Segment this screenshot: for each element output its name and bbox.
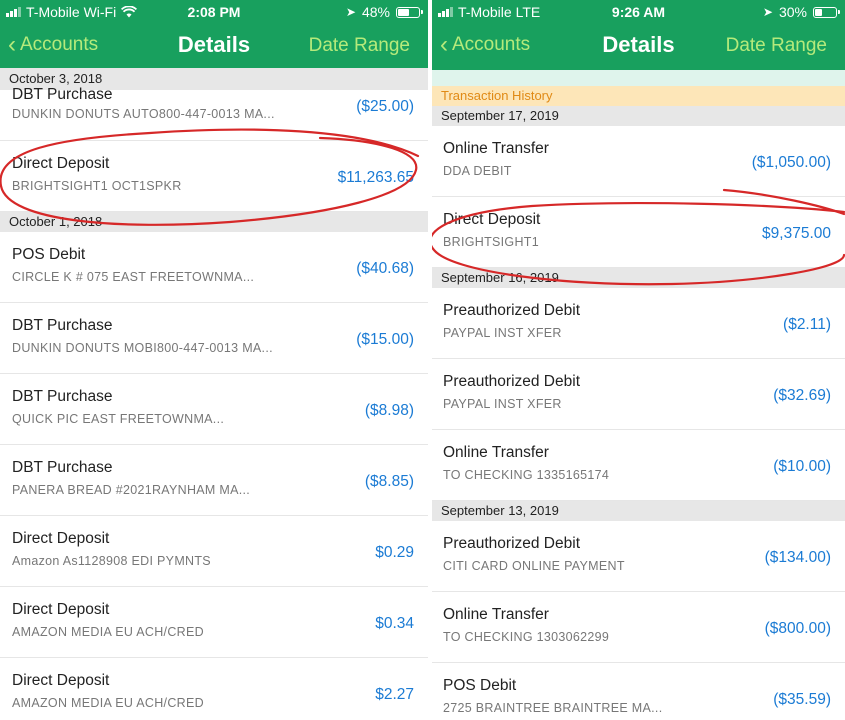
transaction-row[interactable]: Direct Deposit AMAZON MEDIA EU ACH/CRED … (0, 587, 428, 658)
transaction-description: TO CHECKING 1335165174 (443, 468, 610, 482)
transaction-amount: ($10.00) (773, 458, 831, 475)
transaction-description: PAYPAL INST XFER (443, 397, 562, 411)
transaction-history-banner: Transaction History (432, 86, 845, 106)
transaction-name: Direct Deposit (12, 601, 110, 618)
transaction-description: BRIGHTSIGHT1 OCT1SPKR (12, 179, 182, 193)
transaction-row[interactable]: Direct Deposit BRIGHTSIGHT1 $9,375.00 (432, 197, 845, 268)
transaction-amount: ($134.00) (764, 549, 831, 566)
right-screenshot: T-Mobile LTE 9:26 AM ➤ 30% ‹ Accounts De… (432, 0, 845, 720)
transaction-amount: ($32.69) (773, 387, 831, 404)
transaction-description: 2725 BRAINTREE BRAINTREE MA... (443, 701, 663, 715)
transaction-row[interactable]: DBT Purchase DUNKIN DONUTS MOBI800-447-0… (0, 303, 428, 374)
transaction-name: Preauthorized Debit (443, 302, 580, 319)
transaction-amount: ($800.00) (764, 620, 831, 637)
transaction-amount: $2.27 (375, 686, 414, 703)
app-header: T-Mobile LTE 9:26 AM ➤ 30% ‹ Accounts De… (432, 0, 845, 70)
section-header: October 1, 2018 (0, 212, 428, 232)
transaction-amount: ($35.59) (773, 691, 831, 708)
transaction-amount: $0.29 (375, 544, 414, 561)
transaction-row[interactable]: Online Transfer TO CHECKING 1303062299 (… (432, 592, 845, 663)
transaction-description: DUNKIN DONUTS AUTO800-447-0013 MA... (12, 107, 275, 121)
transaction-name: DBT Purchase (12, 86, 113, 103)
transaction-row[interactable]: Preauthorized Debit CITI CARD ONLINE PAY… (432, 521, 845, 592)
transaction-description: PANERA BREAD #2021RAYNHAM MA... (12, 483, 251, 497)
header-spacer (432, 70, 845, 86)
date-range-button[interactable]: Date Range (726, 35, 827, 57)
location-arrow-icon: ➤ (345, 5, 356, 19)
transaction-name: Online Transfer (443, 444, 549, 461)
transaction-amount: $11,263.65 (337, 169, 414, 186)
transaction-description: AMAZON MEDIA EU ACH/CRED (12, 696, 204, 710)
transaction-row[interactable]: POS Debit 2725 BRAINTREE BRAINTREE MA...… (432, 663, 845, 720)
transaction-description: DDA DEBIT (443, 164, 512, 178)
battery-percent: 30% (778, 4, 807, 20)
transaction-description: Amazon As1128908 EDI PYMNTS (12, 554, 211, 568)
battery-icon (813, 6, 840, 18)
transaction-row[interactable]: DBT Purchase QUICK PIC EAST FREETOWNMA..… (0, 374, 428, 445)
transaction-row[interactable]: Preauthorized Debit PAYPAL INST XFER ($3… (432, 359, 845, 430)
transaction-description: QUICK PIC EAST FREETOWNMA... (12, 412, 225, 426)
transaction-name: DBT Purchase (12, 317, 113, 334)
transaction-amount: ($8.85) (364, 473, 414, 490)
transaction-name: Preauthorized Debit (443, 535, 580, 552)
transaction-row[interactable]: Direct Deposit AMAZON MEDIA EU ACH/CRED … (0, 658, 428, 720)
transaction-row[interactable]: POS Debit CIRCLE K # 075 EAST FREETOWNMA… (0, 232, 428, 303)
transaction-name: Direct Deposit (12, 672, 110, 689)
transaction-description: PAYPAL INST XFER (443, 326, 562, 340)
transaction-name: POS Debit (12, 246, 86, 263)
left-screenshot: T-Mobile Wi-Fi 2:08 PM ➤ 48% ‹ Accounts … (0, 0, 428, 720)
navigation-bar: ‹ Accounts Details Date Range (432, 28, 845, 64)
transaction-row[interactable]: Online Transfer DDA DEBIT ($1,050.00) (432, 126, 845, 197)
transaction-row[interactable]: Online Transfer TO CHECKING 1335165174 (… (432, 430, 845, 501)
section-header: September 16, 2019 (432, 268, 845, 288)
transaction-row[interactable]: Preauthorized Debit PAYPAL INST XFER ($2… (432, 288, 845, 359)
transaction-amount: $9,375.00 (762, 225, 831, 242)
transaction-name: Preauthorized Debit (443, 373, 580, 390)
app-header: T-Mobile Wi-Fi 2:08 PM ➤ 48% ‹ Accounts … (0, 0, 428, 70)
transaction-name: DBT Purchase (12, 388, 113, 405)
section-header: September 13, 2019 (432, 501, 845, 521)
transaction-row[interactable]: Direct Deposit Amazon As1128908 EDI PYMN… (0, 516, 428, 587)
date-range-button[interactable]: Date Range (309, 35, 410, 57)
battery-icon (396, 6, 423, 18)
transaction-amount: ($40.68) (356, 260, 414, 277)
transaction-row[interactable]: DBT Purchase PANERA BREAD #2021RAYNHAM M… (0, 445, 428, 516)
transaction-amount: ($15.00) (356, 331, 414, 348)
transaction-amount: ($1,050.00) (751, 154, 831, 171)
transaction-amount: ($2.11) (783, 316, 831, 333)
transaction-name: Direct Deposit (12, 155, 110, 172)
transaction-description: CITI CARD ONLINE PAYMENT (443, 559, 625, 573)
location-arrow-icon: ➤ (762, 5, 773, 19)
transaction-description: DUNKIN DONUTS MOBI800-447-0013 MA... (12, 341, 273, 355)
transaction-description: CIRCLE K # 075 EAST FREETOWNMA... (12, 270, 255, 284)
status-bar: T-Mobile Wi-Fi 2:08 PM ➤ 48% (0, 0, 428, 24)
transaction-description: TO CHECKING 1303062299 (443, 630, 610, 644)
transaction-name: Online Transfer (443, 606, 549, 623)
battery-percent: 48% (361, 4, 390, 20)
transaction-description: AMAZON MEDIA EU ACH/CRED (12, 625, 204, 639)
transaction-list[interactable]: Transaction History September 17, 2019 O… (432, 70, 845, 720)
transaction-list[interactable]: October 3, 2018 DBT Purchase DUNKIN DONU… (0, 68, 428, 720)
transaction-row[interactable]: DBT Purchase DUNKIN DONUTS AUTO800-447-0… (0, 86, 428, 141)
transaction-amount: ($25.00) (356, 98, 414, 115)
transaction-name: Direct Deposit (12, 530, 110, 547)
transaction-row[interactable]: Direct Deposit BRIGHTSIGHT1 OCT1SPKR $11… (0, 141, 428, 212)
status-bar: T-Mobile LTE 9:26 AM ➤ 30% (432, 0, 845, 24)
transaction-description: BRIGHTSIGHT1 (443, 235, 539, 249)
transaction-amount: $0.34 (375, 615, 414, 632)
transaction-name: Direct Deposit (443, 211, 541, 228)
transaction-name: POS Debit (443, 677, 517, 694)
transaction-name: DBT Purchase (12, 459, 113, 476)
transaction-name: Online Transfer (443, 140, 549, 157)
transaction-amount: ($8.98) (364, 402, 414, 419)
section-header: September 17, 2019 (432, 106, 845, 126)
navigation-bar: ‹ Accounts Details Date Range (0, 28, 428, 64)
